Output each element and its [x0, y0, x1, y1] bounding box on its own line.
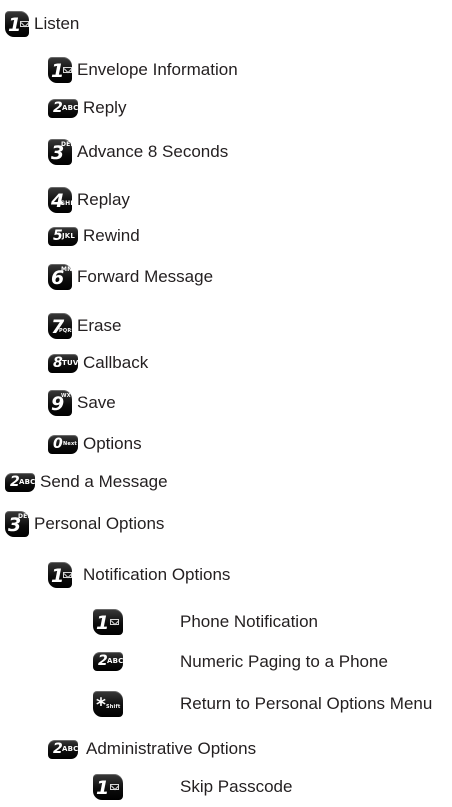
- key-2-icon: 2 ABC: [5, 472, 35, 492]
- key-1-icon: 1: [93, 609, 123, 635]
- menu-item-rewind: 5 JKL Rewind: [48, 226, 140, 246]
- menu-item-notification-options: 1 Notification Options: [48, 562, 230, 588]
- menu-item-return-to-personal-options: * Shift Return to Personal Options Menu: [93, 691, 432, 717]
- envelope-icon: [63, 572, 72, 578]
- menu-item-label: Skip Passcode: [180, 777, 293, 796]
- key-3-icon: 3 DEF: [48, 139, 75, 165]
- menu-item-label: Erase: [77, 316, 122, 335]
- key-6-icon: 6 MNO: [48, 264, 78, 290]
- key-2-icon: 2 ABC: [48, 739, 78, 759]
- key-5-icon: 5 JKL: [48, 226, 78, 246]
- menu-item-save: 9 WXYZ Save: [48, 390, 116, 416]
- menu-item-label: Phone Notification: [180, 612, 318, 631]
- menu-item-label: Replay: [77, 190, 130, 209]
- key-8-icon: 8 TUV: [48, 353, 78, 373]
- menu-item-erase: 7 PQRS Erase: [48, 313, 121, 339]
- menu-item-label: Callback: [83, 353, 149, 372]
- menu-item-advance-8-seconds: 3 DEF Advance 8 Seconds: [48, 139, 228, 165]
- key-star-icon: * Shift: [93, 691, 123, 717]
- menu-item-label: Return to Personal Options Menu: [180, 694, 433, 713]
- key-3-icon: 3 DEF: [5, 511, 32, 537]
- menu-item-label: Options: [83, 434, 142, 453]
- menu-item-send-a-message: 2 ABC Send a Message: [5, 472, 168, 492]
- key-1-icon: 1: [5, 11, 29, 37]
- menu-item-listen: 1 Listen: [5, 11, 79, 37]
- menu-item-options: 0 Next + Options: [48, 434, 142, 454]
- menu-item-label: Save: [77, 393, 116, 412]
- menu-item-label: Administrative Options: [86, 739, 257, 758]
- menu-item-replay: 4 GHI Replay: [48, 187, 130, 213]
- menu-item-label: Listen: [34, 14, 80, 33]
- envelope-icon: [110, 619, 119, 625]
- menu-item-callback: 8 TUV Callback: [48, 353, 148, 373]
- menu-item-skip-passcode: 1 Skip Passcode: [93, 774, 292, 800]
- key-0-icon: 0 Next +: [48, 434, 83, 454]
- menu-item-label: Forward Message: [77, 267, 214, 286]
- envelope-icon: [110, 784, 119, 790]
- key-7-icon: 7 PQRS: [48, 313, 75, 339]
- key-4-icon: 4 GHI: [48, 187, 73, 213]
- envelope-icon: [63, 67, 72, 73]
- menu-item-numeric-paging: 2 ABC Numeric Paging to a Phone: [93, 652, 388, 671]
- menu-item-reply: 2 ABC Reply: [48, 98, 126, 118]
- key-1-icon: 1: [48, 57, 72, 83]
- menu-item-label: Advance 8 Seconds: [77, 142, 229, 161]
- menu-item-label: Notification Options: [83, 565, 231, 584]
- key-2-icon: 2 ABC: [48, 98, 78, 118]
- key-1-icon: 1: [48, 562, 72, 588]
- menu-item-forward-message: 6 MNO Forward Message: [48, 264, 213, 290]
- menu-item-label: Personal Options: [34, 514, 165, 533]
- envelope-icon: [20, 21, 29, 27]
- menu-item-administrative-options: 2 ABC Administrative Options: [48, 739, 256, 759]
- menu-item-label: Numeric Paging to a Phone: [180, 651, 388, 671]
- menu-item-label: Send a Message: [40, 472, 168, 491]
- menu-item-label: Reply: [83, 98, 127, 117]
- menu-item-label: Envelope Information: [77, 60, 238, 79]
- menu-item-label: Rewind: [83, 226, 140, 245]
- menu-item-phone-notification: 1 Phone Notification: [93, 609, 318, 635]
- menu-item-envelope-information: 1 Envelope Information: [48, 57, 238, 83]
- key-9-icon: 9 WXYZ: [48, 390, 78, 416]
- key-1-icon: 1: [93, 774, 123, 800]
- key-2-icon: 2 ABC: [93, 652, 123, 671]
- menu-item-personal-options: 3 DEF Personal Options: [5, 511, 164, 537]
